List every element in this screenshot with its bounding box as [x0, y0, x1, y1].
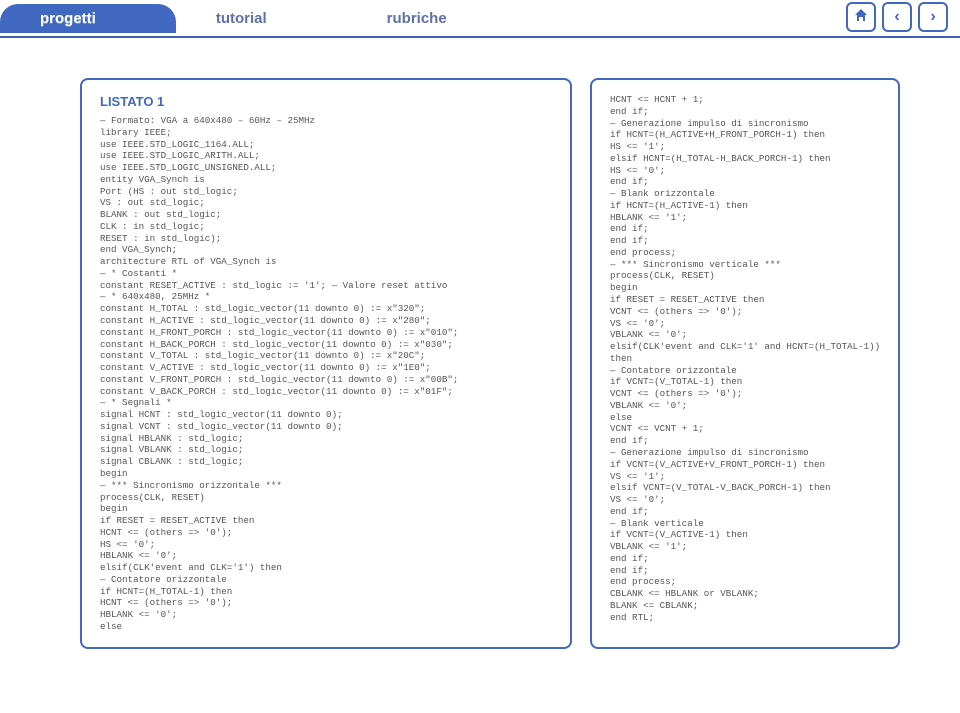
next-button[interactable]: › — [918, 2, 948, 32]
listing-title: LISTATO 1 — [100, 94, 552, 109]
chevron-right-icon: › — [930, 8, 935, 26]
page-header: progetti tutorial rubriche ‹ › — [0, 0, 960, 38]
code-right: HCNT <= HCNT + 1; end if; — Generazione … — [610, 94, 880, 623]
home-icon — [853, 7, 869, 28]
tab-progetti[interactable]: progetti — [0, 4, 176, 33]
code-box-right: HCNT <= HCNT + 1; end if; — Generazione … — [590, 78, 900, 649]
tab-rubriche[interactable]: rubriche — [347, 4, 527, 33]
prev-button[interactable]: ‹ — [882, 2, 912, 32]
code-left: — Formato: VGA a 640x480 – 60Hz – 25MHz … — [100, 115, 552, 633]
nav-buttons: ‹ › — [846, 2, 948, 32]
code-box-left: LISTATO 1 — Formato: VGA a 640x480 – 60H… — [80, 78, 572, 649]
chevron-left-icon: ‹ — [894, 8, 899, 26]
tabs-container: progetti tutorial rubriche — [0, 4, 527, 33]
tab-tutorial[interactable]: tutorial — [176, 4, 347, 33]
home-button[interactable] — [846, 2, 876, 32]
content-area: LISTATO 1 — Formato: VGA a 640x480 – 60H… — [0, 38, 960, 669]
